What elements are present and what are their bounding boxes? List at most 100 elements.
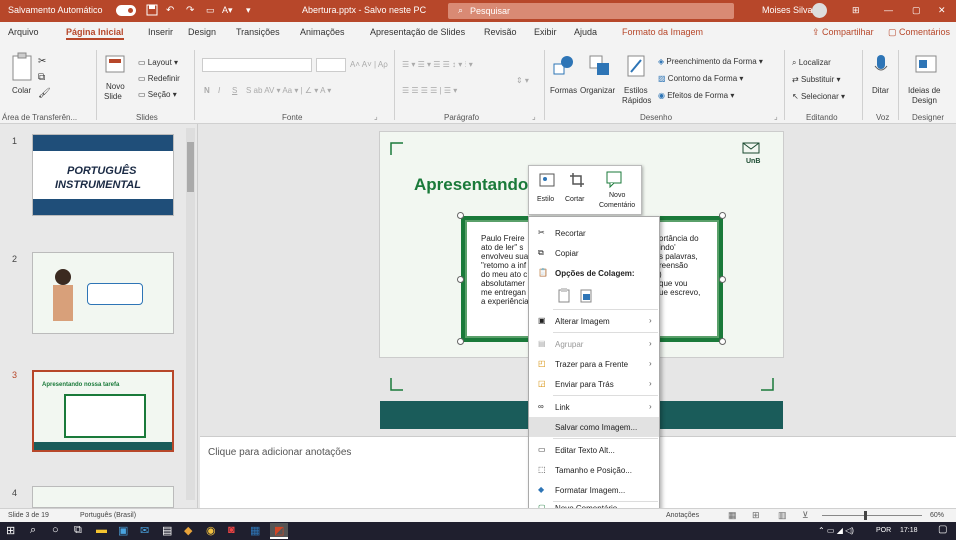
tab-arquivo[interactable]: Arquivo: [8, 27, 39, 37]
text-direction-icon[interactable]: ⇕ ▾: [516, 76, 529, 85]
app-icon[interactable]: ◙: [228, 524, 235, 536]
task-view-icon[interactable]: ⧉: [74, 524, 82, 537]
input-language[interactable]: POR: [876, 527, 891, 534]
windows-start-icon[interactable]: ⊞: [6, 524, 15, 537]
slide-thumbnail-4[interactable]: [32, 486, 174, 508]
design-ideas-icon[interactable]: [914, 54, 938, 78]
menu-item-copiar[interactable]: ⧉ Copiar: [529, 243, 659, 263]
cortana-icon[interactable]: ○: [52, 524, 59, 536]
bold-button[interactable]: N: [204, 86, 210, 95]
avatar[interactable]: [812, 3, 827, 18]
notification-icon[interactable]: ▢: [938, 524, 947, 535]
autosave-toggle[interactable]: [116, 5, 136, 16]
shape-outline-button[interactable]: ▨ Contorno da Forma ▾: [658, 74, 743, 83]
slide-title[interactable]: Apresentando: [414, 175, 528, 195]
resize-handle[interactable]: [719, 276, 726, 283]
save-icon[interactable]: [146, 4, 158, 16]
redo-icon[interactable]: ↷: [186, 5, 194, 16]
font-size-select[interactable]: [316, 58, 346, 72]
notes-toggle[interactable]: Anotações: [666, 512, 699, 519]
undo-icon[interactable]: ↶: [166, 5, 174, 16]
file-explorer-icon[interactable]: ▬: [96, 524, 107, 536]
menu-item-recortar[interactable]: ✂ Recortar: [529, 223, 659, 243]
paste-icon[interactable]: [10, 52, 36, 82]
align-buttons-icon[interactable]: ☰ ☰ ☰ ☰ | ☰ ▾: [402, 86, 457, 95]
thumbnail-scrollbar[interactable]: [186, 128, 195, 500]
font-color-quick-icon[interactable]: A▾: [222, 5, 233, 16]
font-grow-shrink-icon[interactable]: A˄ A˅ | Aρ: [350, 60, 388, 69]
tab-exibir[interactable]: Exibir: [534, 27, 557, 37]
slideshow-view-icon[interactable]: ⊻: [802, 510, 809, 521]
microphone-icon[interactable]: [874, 54, 888, 78]
clock[interactable]: 17:18: [900, 527, 918, 534]
menu-item-enviar-tras[interactable]: ◲ Enviar para Trás ›: [529, 374, 659, 394]
arrange-icon[interactable]: [588, 54, 612, 78]
minimize-icon[interactable]: —: [884, 5, 893, 15]
drawing-dialog-launcher-icon[interactable]: ⌟: [774, 112, 778, 121]
new-slide-icon[interactable]: [104, 52, 126, 78]
menu-item-tamanho-posicao[interactable]: ⬚ Tamanho e Posição...: [529, 460, 659, 480]
layout-button[interactable]: ▭ Layout ▾: [138, 58, 178, 67]
tab-transicoes[interactable]: Transições: [236, 27, 280, 37]
find-button[interactable]: ⌕ Localizar: [792, 58, 831, 68]
tab-revisao[interactable]: Revisão: [484, 27, 517, 37]
resize-handle[interactable]: [457, 276, 464, 283]
word-icon[interactable]: ▦: [250, 524, 260, 537]
tab-apresentacao[interactable]: Apresentação de Slides: [370, 27, 465, 37]
ribbon-display-icon[interactable]: ⊞: [852, 5, 860, 16]
menu-item-trazer-frente[interactable]: ◰ Trazer para a Frente ›: [529, 354, 659, 374]
slide-thumbnail-1[interactable]: PORTUGUÊS INSTRUMENTAL: [32, 134, 174, 216]
shape-fill-button[interactable]: ◈ Preenchimento da Forma ▾: [658, 57, 763, 66]
italic-button[interactable]: I: [218, 86, 220, 95]
powerpoint-taskbar-button[interactable]: ◩: [270, 523, 288, 539]
replace-button[interactable]: ⇄ Substituir ▾: [792, 75, 841, 84]
resize-handle[interactable]: [457, 338, 464, 345]
search-box[interactable]: ⌕ Pesquisar: [448, 3, 734, 19]
share-button[interactable]: ⇪ Compartilhar: [812, 27, 874, 38]
shapes-icon[interactable]: [552, 54, 576, 78]
tab-design[interactable]: Design: [188, 27, 216, 37]
underline-button[interactable]: S: [232, 86, 237, 95]
menu-item-editar-texto-alt[interactable]: ▭ Editar Texto Alt...: [529, 440, 659, 460]
customize-qat-icon[interactable]: ▾: [246, 5, 251, 16]
font-effects-icons[interactable]: S ab AV ▾ Aa ▾ | ∠ ▾ A ▾: [246, 86, 331, 95]
slide-thumbnail-2[interactable]: [32, 252, 174, 334]
language-indicator[interactable]: Português (Brasil): [80, 512, 136, 519]
slide-sorter-icon[interactable]: ⊞: [752, 510, 760, 521]
chrome-icon[interactable]: ◉: [206, 524, 216, 537]
new-comment-icon[interactable]: [605, 170, 623, 188]
tab-pagina-inicial[interactable]: Página Inicial: [66, 27, 124, 40]
paste-option-keep-source-icon[interactable]: [557, 287, 571, 303]
zoom-slider[interactable]: [822, 515, 922, 516]
font-dialog-launcher-icon[interactable]: ⌟: [374, 112, 378, 121]
app-icon[interactable]: ◆: [184, 524, 192, 537]
tab-formato-imagem[interactable]: Formato da Imagem: [622, 27, 703, 37]
tab-inserir[interactable]: Inserir: [148, 27, 173, 37]
comments-button[interactable]: ▢ Comentários: [888, 27, 950, 38]
resize-handle[interactable]: [719, 212, 726, 219]
menu-item-alterar-imagem[interactable]: ▣ Alterar Imagem ›: [529, 311, 659, 331]
menu-item-formatar-imagem[interactable]: ◆ Formatar Imagem...: [529, 480, 659, 500]
picture-style-icon[interactable]: [539, 172, 557, 188]
copy-icon[interactable]: ⧉: [38, 72, 45, 83]
format-painter-icon[interactable]: 🖌: [38, 88, 51, 99]
slide-thumbnail-3-selected[interactable]: Apresentando nossa tarefa: [32, 370, 174, 452]
paragraph-dialog-launcher-icon[interactable]: ⌟: [532, 112, 536, 121]
shape-effects-button[interactable]: ◉ Efeitos de Forma ▾: [658, 91, 734, 100]
menu-item-link[interactable]: ∞ Link ›: [529, 397, 659, 417]
menu-item-salvar-imagem[interactable]: Salvar como Imagem...: [529, 417, 659, 437]
system-tray-icons[interactable]: ⌃ ▭ ◢ ◁): [818, 526, 854, 535]
quick-styles-icon[interactable]: [626, 54, 648, 78]
tab-animacoes[interactable]: Animações: [300, 27, 345, 37]
paste-option-picture-icon[interactable]: [579, 287, 593, 303]
resize-handle[interactable]: [719, 338, 726, 345]
select-button[interactable]: ↖ Selecionar ▾: [792, 92, 845, 101]
list-buttons-icon[interactable]: ☰ ▾ ☰ ▾ ☰ ☰ ↕ ▾ ⫶ ▾: [402, 60, 473, 70]
resize-handle[interactable]: [457, 212, 464, 219]
normal-view-icon[interactable]: ▦: [728, 510, 737, 521]
zoom-level[interactable]: 60%: [930, 512, 944, 519]
slideshow-icon[interactable]: ▭: [206, 5, 215, 16]
reset-button[interactable]: ▭ Redefinir: [138, 74, 180, 83]
maximize-icon[interactable]: ▢: [912, 5, 921, 16]
cut-icon[interactable]: ✂: [38, 56, 46, 67]
